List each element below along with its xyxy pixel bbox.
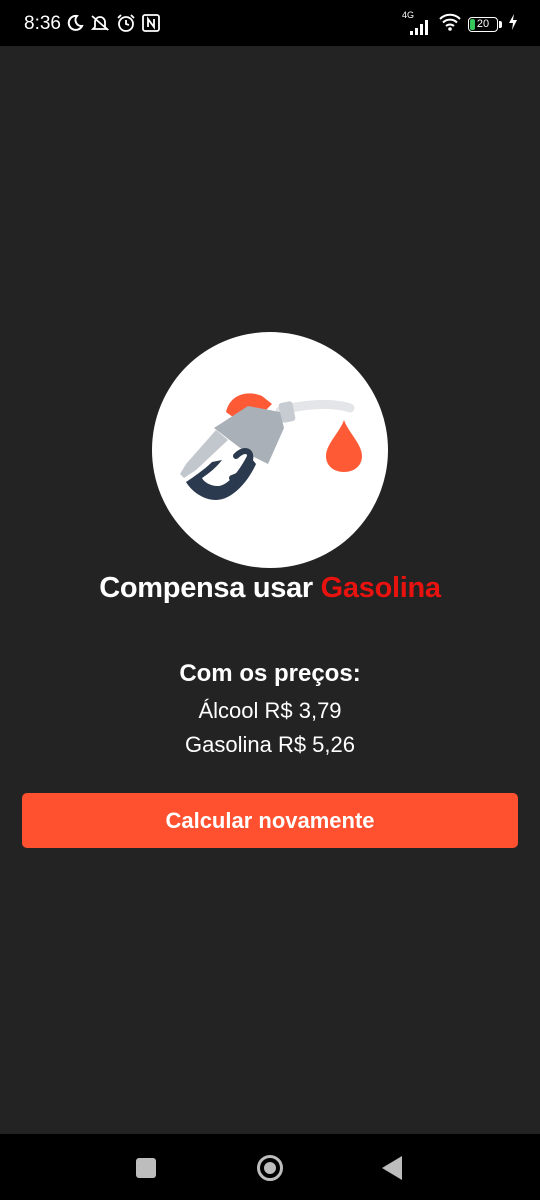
muted-bell-icon [90, 14, 110, 37]
result-fuel: Gasolina [320, 572, 441, 604]
navigation-bar [0, 1134, 540, 1200]
status-time: 8:36 [24, 13, 61, 34]
recents-button[interactable] [136, 1158, 156, 1178]
fuel-logo [152, 332, 388, 568]
recalculate-button[interactable]: Calcular novamente [22, 793, 518, 848]
wifi-icon [438, 12, 462, 37]
back-button[interactable] [382, 1156, 402, 1180]
status-icons-left [66, 13, 160, 38]
alarm-icon [116, 13, 136, 38]
price-alcool: Álcool R$ 3,79 [198, 698, 342, 723]
nfc-icon [142, 14, 160, 37]
app-screen: 8:36 4G 20 Compensa usar Gasolina Com os… [0, 0, 540, 1200]
signal-icon: 4G [402, 10, 432, 36]
status-bar: 8:36 4G 20 [0, 0, 540, 46]
fuel-pump-icon [180, 393, 362, 500]
result-message: Compensa usar Gasolina [0, 572, 540, 605]
battery-fill [470, 19, 475, 30]
battery-body: 20 [468, 17, 498, 32]
status-icons-right: 4G 20 [402, 10, 518, 37]
battery-icon: 20 [468, 17, 502, 32]
battery-level: 20 [476, 18, 490, 30]
moon-icon [66, 14, 84, 37]
prices-title: Com os preços: [179, 660, 361, 687]
charging-icon [508, 14, 518, 35]
price-gasolina: Gasolina R$ 5,26 [185, 732, 355, 757]
home-button[interactable] [257, 1155, 283, 1181]
home-icon [264, 1162, 276, 1174]
result-prefix: Compensa usar [99, 572, 321, 604]
battery-tip [499, 21, 502, 28]
